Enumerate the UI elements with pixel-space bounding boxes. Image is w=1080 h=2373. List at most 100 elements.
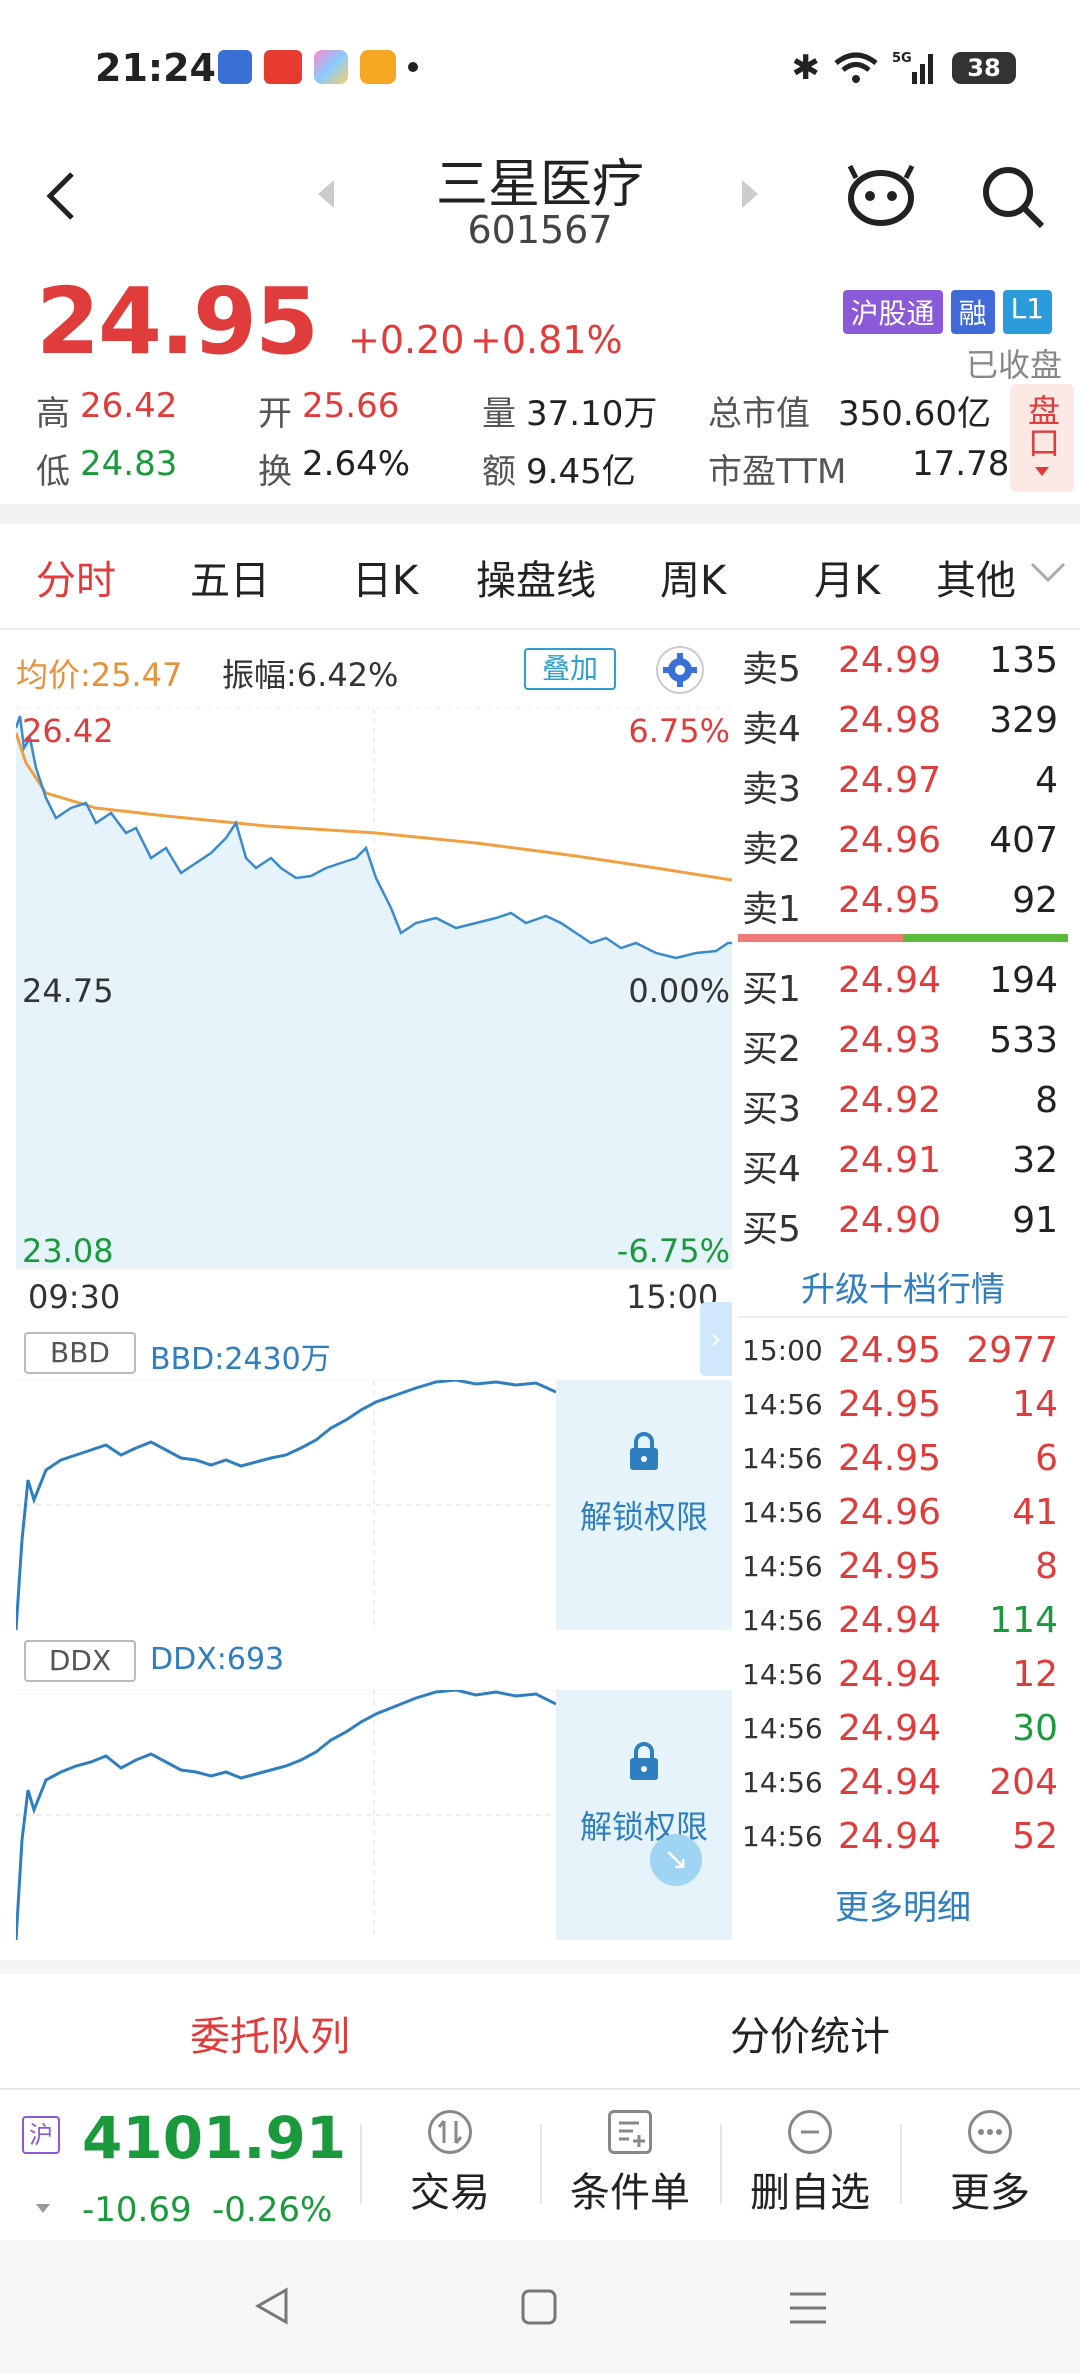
bid-ask-ratio-bar: [738, 934, 1068, 942]
floating-arrow-icon[interactable]: ↘: [650, 1834, 702, 1886]
trade-row: 14:56 24.94 204: [738, 1754, 1068, 1808]
trade-row: 14:56 24.94 30: [738, 1700, 1068, 1754]
ask-price: 24.95: [838, 880, 942, 921]
tab-daily-k[interactable]: 日K: [352, 548, 418, 606]
chevron-down-icon[interactable]: [1030, 562, 1066, 584]
pe-value: 17.78: [912, 444, 1010, 484]
trade-volume: 2977: [966, 1330, 1058, 1371]
ddx-locked-overlay[interactable]: 解锁权限: [556, 1690, 732, 1940]
trade-label: 交易: [410, 2170, 490, 2216]
y-axis-top: 26.42: [22, 712, 114, 750]
back-triangle-icon[interactable]: [254, 2286, 290, 2326]
amount-value: 9.45亿: [526, 452, 636, 492]
stock-code: 601567: [467, 208, 613, 252]
overlay-button[interactable]: 叠加: [524, 648, 616, 690]
conditional-order-button[interactable]: 条件单: [540, 2110, 720, 2220]
bid-row: 买2 24.93 533: [738, 1010, 1068, 1070]
pe-label: 市盈TTM: [708, 452, 847, 492]
ddx-unlock-label: 解锁权限: [579, 1808, 708, 1846]
expand-panel-handle[interactable]: ›: [700, 1302, 732, 1376]
conditional-order-icon: [608, 2110, 652, 2154]
upgrade-level10-link[interactable]: 升级十档行情: [738, 1262, 1068, 1311]
y-axis-mid: 24.75: [22, 972, 114, 1010]
tab-order-queue[interactable]: 委托队列: [0, 2004, 540, 2062]
settings-gear-icon[interactable]: [654, 644, 706, 696]
bid-row: 买5 24.90 91: [738, 1190, 1068, 1250]
turnover-value: 2.64%: [302, 444, 411, 484]
more-button[interactable]: 更多: [900, 2110, 1080, 2220]
bid-volume: 194: [989, 960, 1058, 1001]
trade-time: 14:56: [742, 1820, 823, 1853]
price-change-pct: +0.81%: [470, 318, 623, 362]
trade-volume: 114: [989, 1600, 1058, 1641]
prev-stock-icon[interactable]: [316, 178, 336, 210]
ddx-tag[interactable]: DDX: [24, 1640, 136, 1682]
mktcap-value: 350.60亿: [838, 394, 991, 434]
ask-volume: 329: [989, 700, 1058, 741]
trade-price: 24.95: [838, 1546, 942, 1587]
wifi-icon: [834, 52, 878, 83]
orderbook-divider: [738, 1316, 1068, 1318]
dot-icon: [408, 62, 418, 72]
ask-volume: 92: [1012, 880, 1058, 921]
ddx-chart: [16, 1690, 556, 1940]
trade-price: 24.94: [838, 1762, 942, 1803]
mktcap-label: 总市值: [708, 394, 810, 434]
orderbook: 卖5 24.99 135 卖4 24.98 329 卖3 24.97 4 卖2 24.96 40…: [738, 630, 1068, 1250]
ask-price: 24.97: [838, 760, 942, 801]
status-right: ✱ 5G 38: [791, 48, 1016, 88]
trade-price: 24.94: [838, 1708, 942, 1749]
pct-axis-bottom: -6.75%: [616, 1232, 730, 1270]
trade-time: 14:56: [742, 1766, 823, 1799]
bid-price: 24.94: [838, 960, 942, 1001]
tab-weekly-k[interactable]: 周K: [660, 548, 726, 606]
tab-monthly-k[interactable]: 月K: [814, 548, 880, 606]
search-icon[interactable]: [980, 164, 1046, 230]
battery-icon: 38: [952, 52, 1016, 84]
bbd-locked-overlay[interactable]: 解锁权限: [556, 1380, 732, 1630]
bid-row: 买4 24.91 32: [738, 1130, 1068, 1190]
status-time: 21:24: [95, 46, 216, 90]
tab-intraday[interactable]: 分时: [36, 548, 116, 606]
badge-margin: 融: [950, 290, 995, 334]
trade-price: 24.94: [838, 1816, 942, 1857]
index-tag: 沪: [22, 2116, 60, 2154]
robot-icon[interactable]: [846, 164, 916, 226]
stock-name: 三星医疗: [435, 155, 644, 215]
trade-time: 15:00: [742, 1334, 823, 1367]
bid-row: 买1 24.94 194: [738, 950, 1068, 1010]
ask-row: 卖3 24.97 4: [738, 750, 1068, 810]
trade-price: 24.95: [838, 1384, 942, 1425]
trade-price: 24.96: [838, 1492, 942, 1533]
avg-price-label: 均价:25.47: [16, 656, 183, 694]
section-gap: [0, 1960, 1080, 1974]
next-stock-icon[interactable]: [740, 178, 760, 210]
app-icon-video: [360, 50, 396, 84]
menu-lines-icon[interactable]: [788, 2290, 828, 2326]
stats-row-1: 高 26.42 开 25.66 量 37.10万 总市值 350.60亿: [36, 386, 1036, 434]
remove-watchlist-button[interactable]: 删自选: [720, 2110, 900, 2220]
more-label: 更多: [950, 2170, 1030, 2216]
ask-label: 卖2: [742, 829, 801, 870]
tab-other[interactable]: 其他: [936, 548, 1016, 606]
tab-price-stats[interactable]: 分价统计: [540, 2004, 1080, 2062]
system-nav-bar: [0, 2240, 1080, 2373]
trade-button[interactable]: 交易: [360, 2110, 540, 2220]
trade-volume: 14: [1012, 1384, 1058, 1425]
trade-icon: [428, 2110, 472, 2154]
triangle-down-icon: [36, 2204, 50, 2213]
index-value[interactable]: 4101.91: [82, 2104, 346, 2172]
bbd-tag[interactable]: BBD: [24, 1332, 136, 1374]
bid-label: 买1: [742, 969, 801, 1010]
orderbook-toggle-button[interactable]: 盘口: [1010, 384, 1074, 492]
back-icon[interactable]: [44, 170, 78, 222]
bluetooth-icon: ✱: [791, 48, 821, 88]
bid-price: 24.92: [838, 1080, 942, 1121]
tab-operation-line[interactable]: 操盘线: [476, 548, 596, 606]
more-detail-link[interactable]: 更多明细: [738, 1880, 1068, 1929]
stats-row-2: 低 24.83 换 2.64% 额 9.45亿 市盈TTM 17.78: [36, 444, 1036, 492]
home-square-icon[interactable]: [520, 2288, 558, 2326]
volume-label: 量: [482, 394, 516, 434]
bid-volume: 32: [1012, 1140, 1058, 1181]
tab-5day[interactable]: 五日: [190, 548, 270, 606]
